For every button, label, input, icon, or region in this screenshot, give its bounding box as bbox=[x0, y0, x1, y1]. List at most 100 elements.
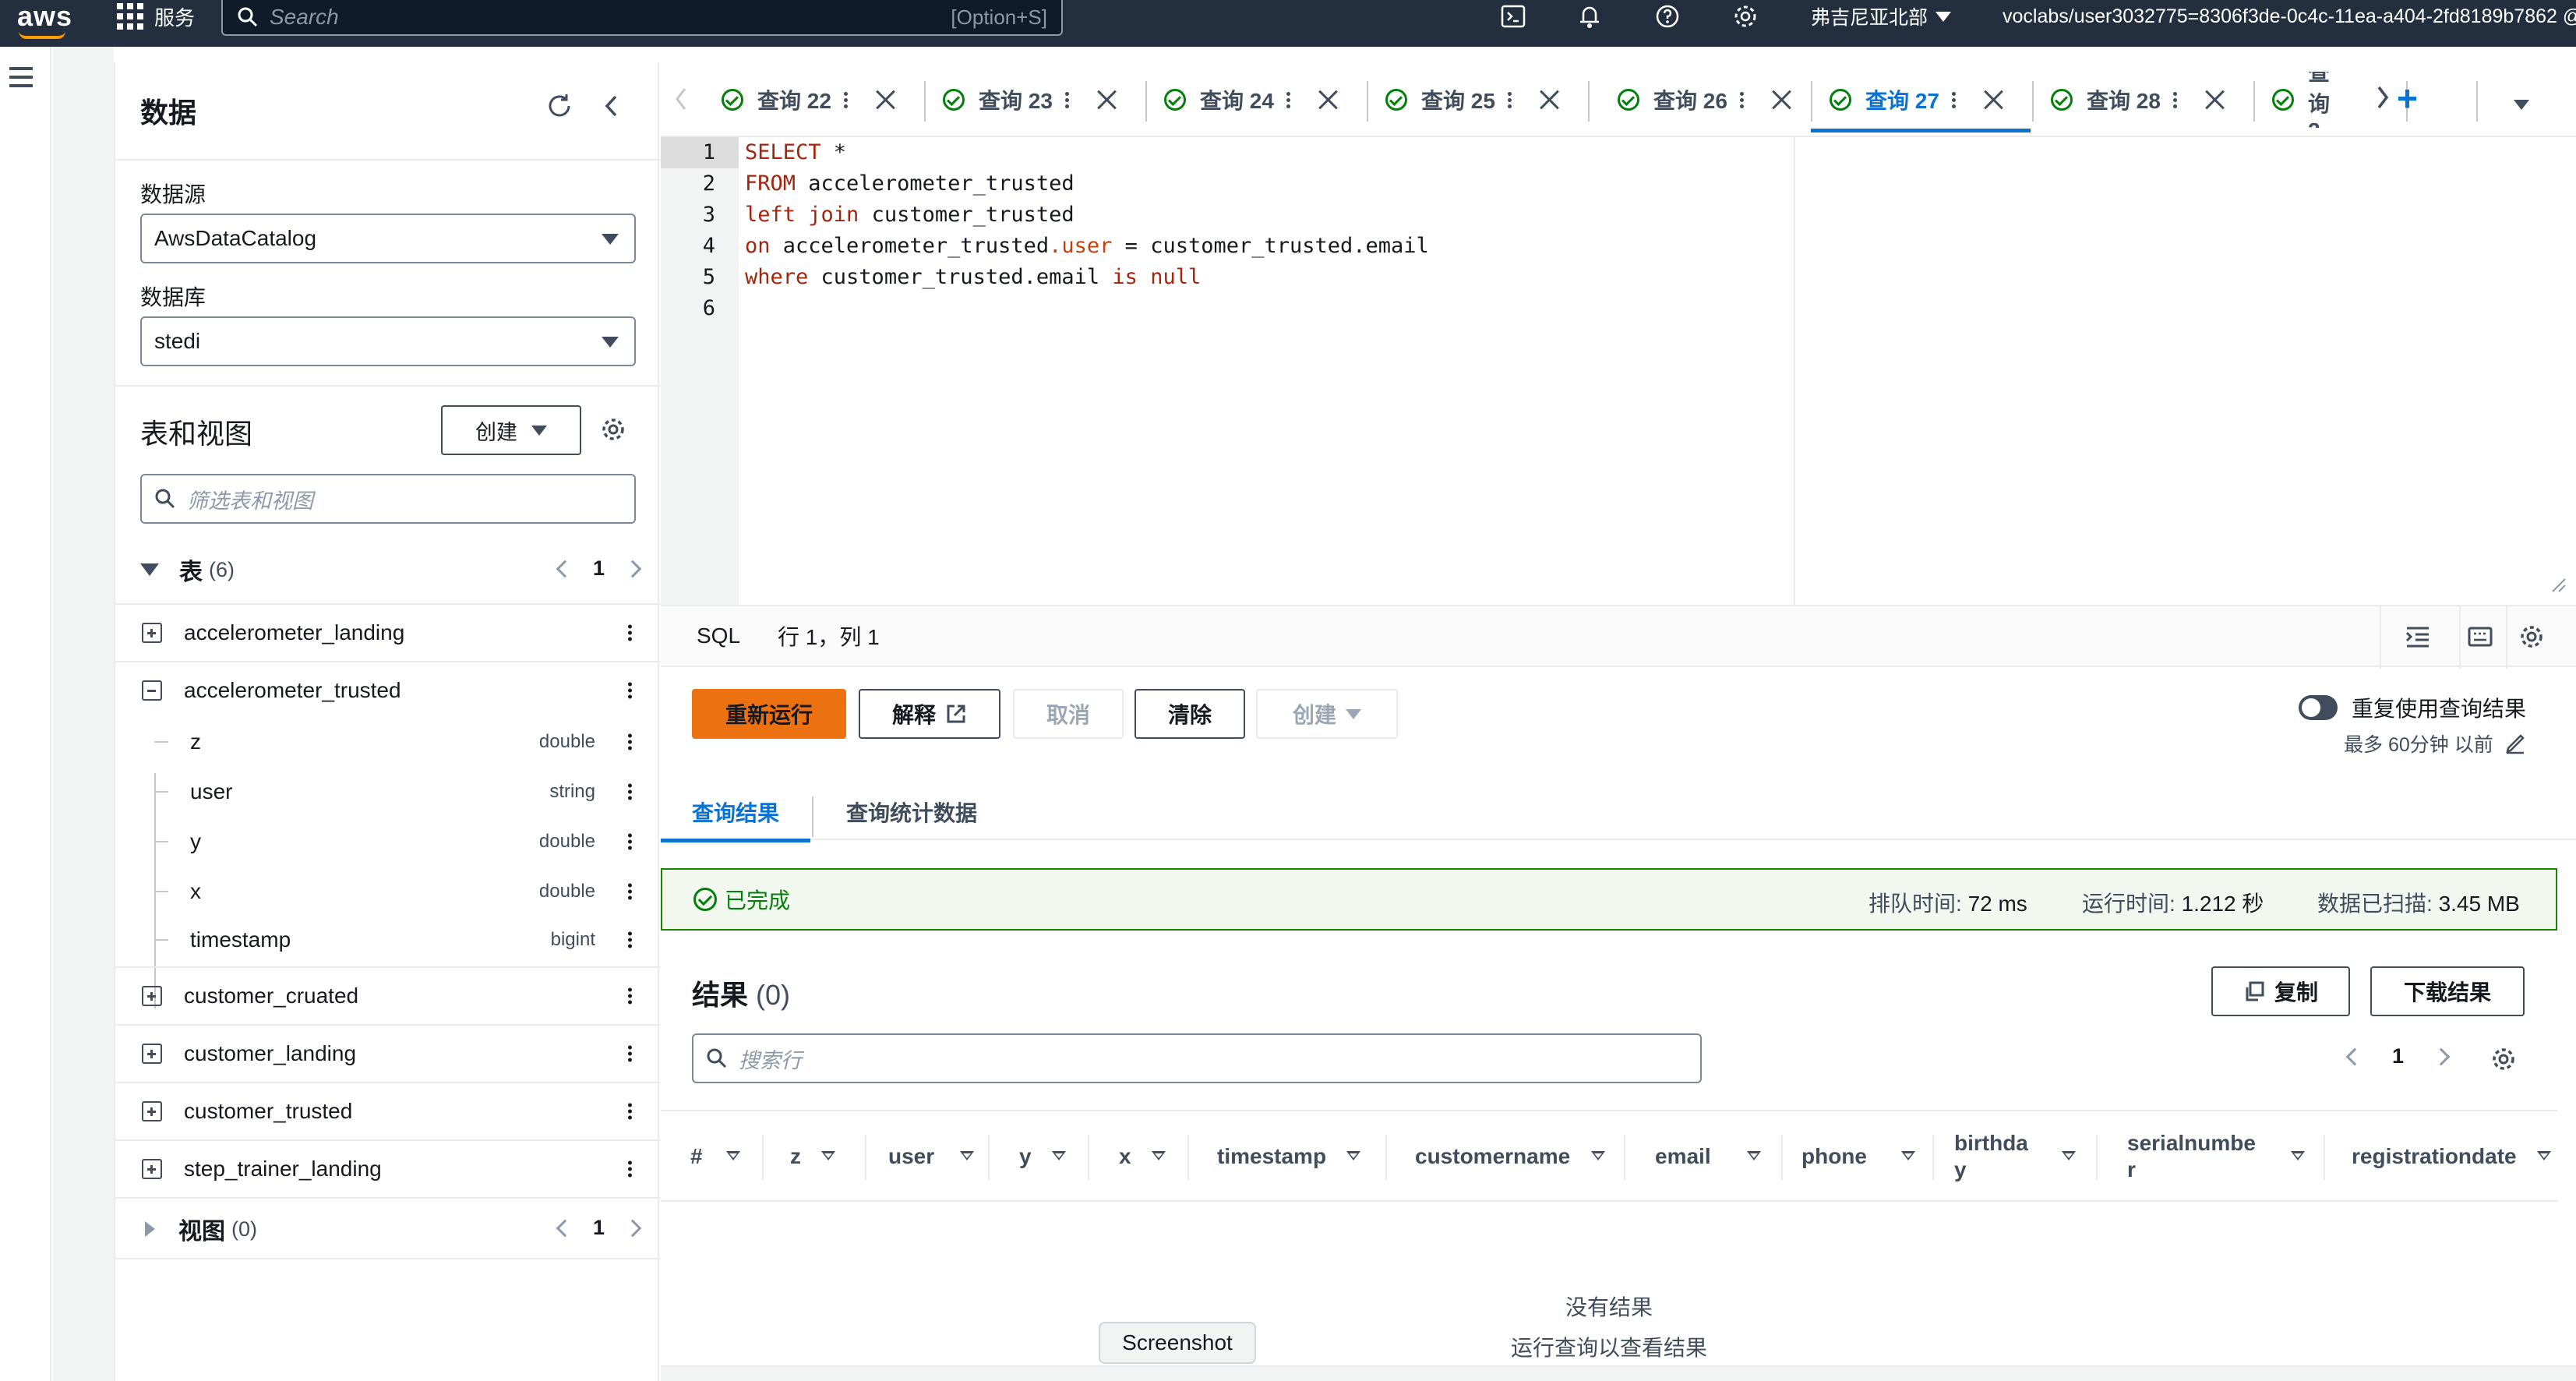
services-menu[interactable]: 服务 bbox=[117, 0, 195, 33]
results-page-number[interactable]: 1 bbox=[2392, 1044, 2404, 1068]
views-section-header[interactable]: 视图 (0) 1 bbox=[115, 1200, 661, 1258]
column-resizer[interactable] bbox=[762, 1135, 764, 1180]
expand-plus-icon[interactable] bbox=[142, 623, 162, 643]
more-actions-icon[interactable] bbox=[628, 986, 633, 1007]
more-actions-icon[interactable] bbox=[628, 930, 633, 951]
cancel-button[interactable]: 取消 bbox=[1013, 689, 1124, 739]
column-item[interactable]: user string bbox=[115, 767, 661, 817]
column-resizer[interactable] bbox=[1187, 1135, 1189, 1180]
column-header[interactable]: y bbox=[1019, 1111, 1082, 1202]
column-item[interactable]: timestamp bigint bbox=[115, 915, 661, 965]
column-resizer[interactable] bbox=[1624, 1135, 1625, 1180]
sql-editor[interactable]: 1 2 3 4 5 6 SELECT * FROM accelerometer_… bbox=[661, 137, 2576, 605]
expand-plus-icon[interactable] bbox=[142, 986, 162, 1006]
tab-query-27[interactable]: 查询 27 bbox=[1830, 72, 2003, 128]
column-header[interactable]: serialnumbe r bbox=[2127, 1111, 2314, 1202]
previous-page-icon[interactable] bbox=[556, 1219, 574, 1237]
column-resizer[interactable] bbox=[2096, 1135, 2098, 1180]
previous-page-icon[interactable] bbox=[2345, 1047, 2364, 1065]
column-resizer[interactable] bbox=[1088, 1135, 1089, 1180]
rerun-button[interactable]: 重新运行 bbox=[692, 689, 846, 739]
copy-button[interactable]: 复制 bbox=[2211, 966, 2350, 1016]
close-tab-icon[interactable] bbox=[1771, 90, 1791, 110]
next-page-icon[interactable] bbox=[2432, 1047, 2451, 1065]
column-resizer[interactable] bbox=[1781, 1135, 1783, 1180]
next-page-icon[interactable] bbox=[623, 560, 642, 577]
more-actions-icon[interactable] bbox=[628, 1044, 633, 1065]
next-page-icon[interactable] bbox=[623, 1219, 642, 1237]
collapse-minus-icon[interactable] bbox=[142, 680, 162, 701]
column-header[interactable]: phone bbox=[1801, 1111, 1926, 1202]
datasource-select[interactable]: AwsDataCatalog bbox=[140, 214, 636, 263]
table-item[interactable]: customer_trusted bbox=[115, 1082, 661, 1139]
aws-logo[interactable]: aws bbox=[17, 0, 72, 33]
column-header[interactable]: customername bbox=[1415, 1111, 1618, 1202]
more-actions-icon[interactable] bbox=[628, 623, 633, 644]
more-actions-icon[interactable] bbox=[628, 680, 633, 701]
tab-query-29-partial[interactable]: 查询 2 bbox=[2272, 72, 2344, 128]
create-table-button[interactable]: 创建 bbox=[441, 405, 581, 455]
close-tab-icon[interactable] bbox=[1096, 90, 1117, 110]
close-tab-icon[interactable] bbox=[2204, 90, 2225, 110]
clear-button[interactable]: 清除 bbox=[1134, 689, 1245, 739]
tab-menu-icon[interactable] bbox=[843, 90, 849, 111]
tab-menu-icon[interactable] bbox=[2172, 90, 2178, 111]
collapse-panel-icon[interactable] bbox=[600, 92, 623, 125]
explain-button[interactable]: 解释 bbox=[859, 689, 1000, 739]
region-selector[interactable]: 弗吉尼亚北部 bbox=[1811, 0, 1952, 33]
column-header[interactable]: z bbox=[790, 1111, 852, 1202]
gear-icon[interactable] bbox=[600, 416, 626, 448]
expand-plus-icon[interactable] bbox=[142, 1159, 162, 1179]
search-rows-input[interactable]: 搜索行 bbox=[692, 1033, 1702, 1083]
close-tab-icon[interactable] bbox=[1318, 90, 1338, 110]
close-tab-icon[interactable] bbox=[1539, 90, 1559, 110]
cloudshell-icon[interactable] bbox=[1496, 0, 1530, 33]
scroll-tabs-right-icon[interactable] bbox=[2375, 84, 2391, 116]
column-item[interactable]: z double bbox=[115, 717, 661, 767]
resize-handle-icon[interactable] bbox=[2550, 574, 2567, 599]
column-resizer[interactable] bbox=[1385, 1135, 1387, 1180]
column-header[interactable]: x bbox=[1119, 1111, 1181, 1202]
table-item[interactable]: accelerometer_trusted bbox=[115, 661, 661, 719]
filter-tables-input[interactable]: 筛选表和视图 bbox=[140, 474, 636, 524]
create-button[interactable]: 创建 bbox=[1256, 689, 1398, 739]
global-search-input[interactable]: Search [Option+S] bbox=[221, 0, 1063, 36]
expand-plus-icon[interactable] bbox=[142, 1044, 162, 1064]
table-item[interactable]: customer_cruated bbox=[115, 966, 661, 1024]
refresh-icon[interactable] bbox=[545, 92, 573, 125]
settings-gear-icon[interactable] bbox=[1728, 0, 1763, 33]
keyboard-shortcuts-icon[interactable] bbox=[2467, 623, 2493, 655]
column-header[interactable]: email bbox=[1655, 1111, 1772, 1202]
tab-menu-icon[interactable] bbox=[1064, 90, 1070, 111]
tab-menu-icon[interactable] bbox=[1507, 90, 1512, 111]
column-resizer[interactable] bbox=[988, 1135, 990, 1180]
column-item[interactable]: x double bbox=[115, 867, 661, 917]
more-actions-icon[interactable] bbox=[628, 732, 633, 753]
more-actions-icon[interactable] bbox=[628, 1159, 633, 1180]
scroll-tabs-left-icon[interactable] bbox=[673, 86, 689, 118]
reuse-results-toggle[interactable] bbox=[2299, 695, 2338, 720]
previous-page-icon[interactable] bbox=[556, 560, 574, 577]
tab-menu-icon[interactable] bbox=[1951, 90, 1957, 111]
column-resizer[interactable] bbox=[865, 1135, 866, 1180]
expand-plus-icon[interactable] bbox=[142, 1101, 162, 1121]
close-tab-icon[interactable] bbox=[1983, 90, 2003, 110]
tab-query-23[interactable]: 查询 23 bbox=[943, 72, 1117, 128]
sql-code[interactable]: SELECT * FROM accelerometer_trusted left… bbox=[745, 137, 1429, 324]
tab-query-22[interactable]: 查询 22 bbox=[722, 72, 895, 128]
table-preferences-gear-icon[interactable] bbox=[2490, 1046, 2517, 1078]
tab-query-26[interactable]: 查询 26 bbox=[1618, 72, 1791, 128]
tables-page-number[interactable]: 1 bbox=[593, 556, 605, 581]
table-item[interactable]: accelerometer_landing bbox=[115, 603, 661, 661]
column-header[interactable]: user bbox=[888, 1111, 997, 1202]
tab-menu-icon[interactable] bbox=[1286, 90, 1291, 111]
tab-query-results[interactable]: 查询结果 bbox=[692, 796, 779, 828]
add-query-tab-icon[interactable]: + bbox=[2397, 80, 2418, 116]
column-header[interactable]: registrationdate bbox=[2352, 1111, 2557, 1202]
download-results-button[interactable]: 下载结果 bbox=[2370, 966, 2525, 1016]
edit-pencil-icon[interactable] bbox=[2504, 733, 2526, 754]
tab-query-25[interactable]: 查询 25 bbox=[1385, 72, 1559, 128]
column-item[interactable]: y double bbox=[115, 817, 661, 867]
tab-query-24[interactable]: 查询 24 bbox=[1164, 72, 1338, 128]
more-actions-icon[interactable] bbox=[628, 881, 633, 902]
